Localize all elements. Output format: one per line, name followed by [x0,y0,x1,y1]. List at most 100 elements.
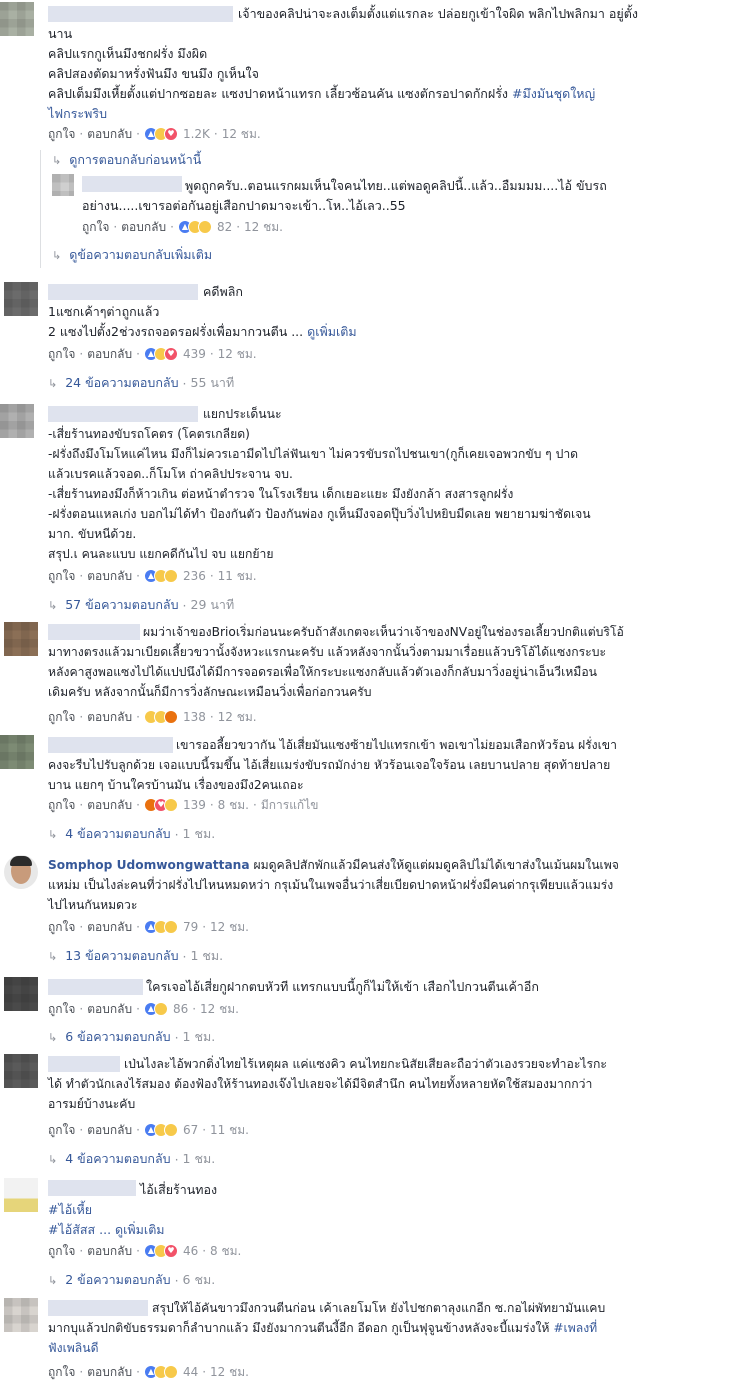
comment-text: เขารออลี้ยวขวากัน ไอ้เสี่ยมันแซงซ้ายไปแท… [48,738,617,792]
reply-link[interactable]: ตอบกลับ [87,1242,132,1261]
avatar[interactable] [4,1054,38,1088]
view-replies[interactable]: ↳ 57 ข้อความตอบกลับ · 29 นาที [48,595,234,615]
commenter-name[interactable]: Somphop Udomwongwattana [48,858,250,872]
view-replies[interactable]: ↳ 2 ข้อความตอบกลับ · 6 ชม. [48,1270,215,1290]
reply-link[interactable]: ตอบกลับ [87,796,132,815]
reaction-icons[interactable]: ▲ [143,920,180,934]
reply-arrow-icon: ↳ [48,949,58,963]
reaction-icons[interactable]: ♥ [143,798,180,812]
reply-link[interactable]: ตอบกลับ [87,567,132,586]
wow-icon [163,1123,178,1137]
timestamp[interactable]: 12 ชม. [210,918,249,937]
reply-link[interactable]: ตอบกลับ [87,918,132,937]
reaction-count[interactable]: 138 [183,710,206,724]
timestamp[interactable]: 12 ชม. [218,708,257,727]
avatar[interactable] [4,977,38,1011]
like-link[interactable]: ถูกใจ [48,918,75,937]
reaction-count[interactable]: 44 [183,1365,198,1379]
edited-label[interactable]: มีการแก้ไข [261,796,319,815]
comment-actions: ถูกใจ · ตอบกลับ · ▲ 44 · 12 ชม. [48,1363,249,1381]
reaction-count[interactable]: 139 [183,798,206,812]
view-previous-replies[interactable]: ↳ ดูการตอบกลับก่อนหน้านี้ [52,150,201,170]
like-link[interactable]: ถูกใจ [48,125,75,144]
like-link[interactable]: ถูกใจ [48,1363,75,1382]
reaction-icons[interactable]: ▲ [143,1123,180,1137]
reaction-icons[interactable]: ▲ ♥ [143,127,180,141]
timestamp[interactable]: 11 ชม. [218,567,257,586]
hashtag-link[interactable]: #ไอ้สัสส ... [48,1222,111,1237]
comment-actions: ถูกใจ · ตอบกลับ · ▲ 79 · 12 ชม. [48,918,249,936]
reaction-count[interactable]: 67 [183,1123,198,1137]
reply-link[interactable]: ตอบกลับ [87,345,132,364]
timestamp[interactable]: 12 ชม. [244,218,283,237]
like-link[interactable]: ถูกใจ [48,796,75,815]
reaction-icons[interactable]: ▲ [143,1002,170,1016]
view-replies[interactable]: ↳ 6 ข้อความตอบกลับ · 1 ชม. [48,1027,215,1047]
like-link[interactable]: ถูกใจ [48,708,75,727]
reply-link[interactable]: ตอบกลับ [87,708,132,727]
like-link[interactable]: ถูกใจ [82,218,109,237]
avatar[interactable] [4,1298,38,1332]
avatar[interactable] [0,404,34,438]
reaction-icons[interactable]: ▲ [143,569,180,583]
like-link[interactable]: ถูกใจ [48,1121,75,1140]
reaction-count[interactable]: 439 [183,347,206,361]
avatar[interactable] [0,2,34,36]
reaction-icons[interactable]: ▲ ♥ [143,1244,180,1258]
reaction-icons[interactable]: ▲ ♥ [143,347,180,361]
see-more-link[interactable]: ดูเพิ่มเติม [307,324,357,339]
avatar[interactable] [4,855,38,889]
reaction-count[interactable]: 86 [173,1002,188,1016]
reaction-count[interactable]: 79 [183,920,198,934]
like-link[interactable]: ถูกใจ [48,345,75,364]
view-replies[interactable]: ↳ 4 ข้อความตอบกลับ · 1 ชม. [48,824,215,844]
avatar[interactable] [4,622,38,656]
reply-link[interactable]: ตอบกลับ [87,1121,132,1140]
wow-icon [163,920,178,934]
avatar[interactable] [4,282,38,316]
timestamp[interactable]: 8 ชม. [218,796,249,815]
reply-arrow-icon: ↳ [48,1152,58,1166]
avatar[interactable] [52,174,74,196]
timestamp[interactable]: 8 ชม. [210,1242,241,1261]
timestamp[interactable]: 12 ชม. [222,125,261,144]
reply-link[interactable]: ตอบกลับ [87,125,132,144]
reaction-icons[interactable]: ▲ [177,220,214,234]
reply-link[interactable]: ตอบกลับ [87,1000,132,1019]
comment-text: Somphop Udomwongwattana ผมดูคลิปสักพักแล… [48,858,619,912]
comment: เป่นไงละไอ้พวกติ่งไทยไร้เหตุผล แค่แซงคิว… [0,1052,736,1167]
comment-text: ผมว่าเจ้าของBrioเริ่มก่อนนะครับถ้าสังเกต… [48,625,624,699]
like-link[interactable]: ถูกใจ [48,1242,75,1261]
comment-text: คดีพลิก 1แซกเค้าๆต่าถูกแล้ว 2 แซงไปตั้ง2… [48,284,357,339]
love-icon: ♥ [163,127,178,141]
hashtag-link[interactable]: #เพลงที่ [553,1321,597,1335]
comment: ใครเจอไอ้เสี่ยกูฝากตบหัวที แทรกแบบนี้กูก… [0,975,736,1045]
reply-link[interactable]: ตอบกลับ [87,1363,132,1382]
timestamp[interactable]: 12 ชม. [218,345,257,364]
view-more-replies[interactable]: ↳ ดูข้อความตอบกลับเพิ่มเติม [52,245,212,265]
hashtag-link[interactable]: #ไอ้เหี้ย [48,1200,217,1220]
reaction-icons[interactable] [143,710,180,724]
timestamp[interactable]: 12 ชม. [200,1000,239,1019]
view-replies[interactable]: ↳ 13 ข้อความตอบกลับ · 1 ชม. [48,946,223,966]
like-link[interactable]: ถูกใจ [48,1000,75,1019]
reply-link[interactable]: ตอบกลับ [121,218,166,237]
comment: Somphop Udomwongwattana ผมดูคลิปสักพักแล… [0,851,736,964]
view-replies[interactable]: ↳ 4 ข้อความตอบกลับ · 1 ชม. [48,1149,215,1169]
reaction-count[interactable]: 82 [217,220,232,234]
comment-actions: ถูกใจ · ตอบกลับ · ▲ 67 · 11 ชม. [48,1121,249,1139]
timestamp[interactable]: 12 ชม. [210,1363,249,1382]
reaction-count[interactable]: 46 [183,1244,198,1258]
avatar[interactable] [0,735,34,769]
avatar-hair [10,856,32,866]
reply-arrow-icon: ↳ [52,153,62,167]
see-more-link[interactable]: ดูเพิ่มเติม [115,1222,165,1237]
like-link[interactable]: ถูกใจ [48,567,75,586]
hashtag-link[interactable]: #มึงมันชุดใหญ่ [512,86,595,101]
avatar[interactable] [4,1178,38,1212]
reaction-count[interactable]: 236 [183,569,206,583]
timestamp[interactable]: 11 ชม. [210,1121,249,1140]
reaction-count[interactable]: 1.2K [183,127,210,141]
view-replies[interactable]: ↳ 24 ข้อความตอบกลับ · 55 นาที [48,373,234,393]
reaction-icons[interactable]: ▲ [143,1365,180,1379]
